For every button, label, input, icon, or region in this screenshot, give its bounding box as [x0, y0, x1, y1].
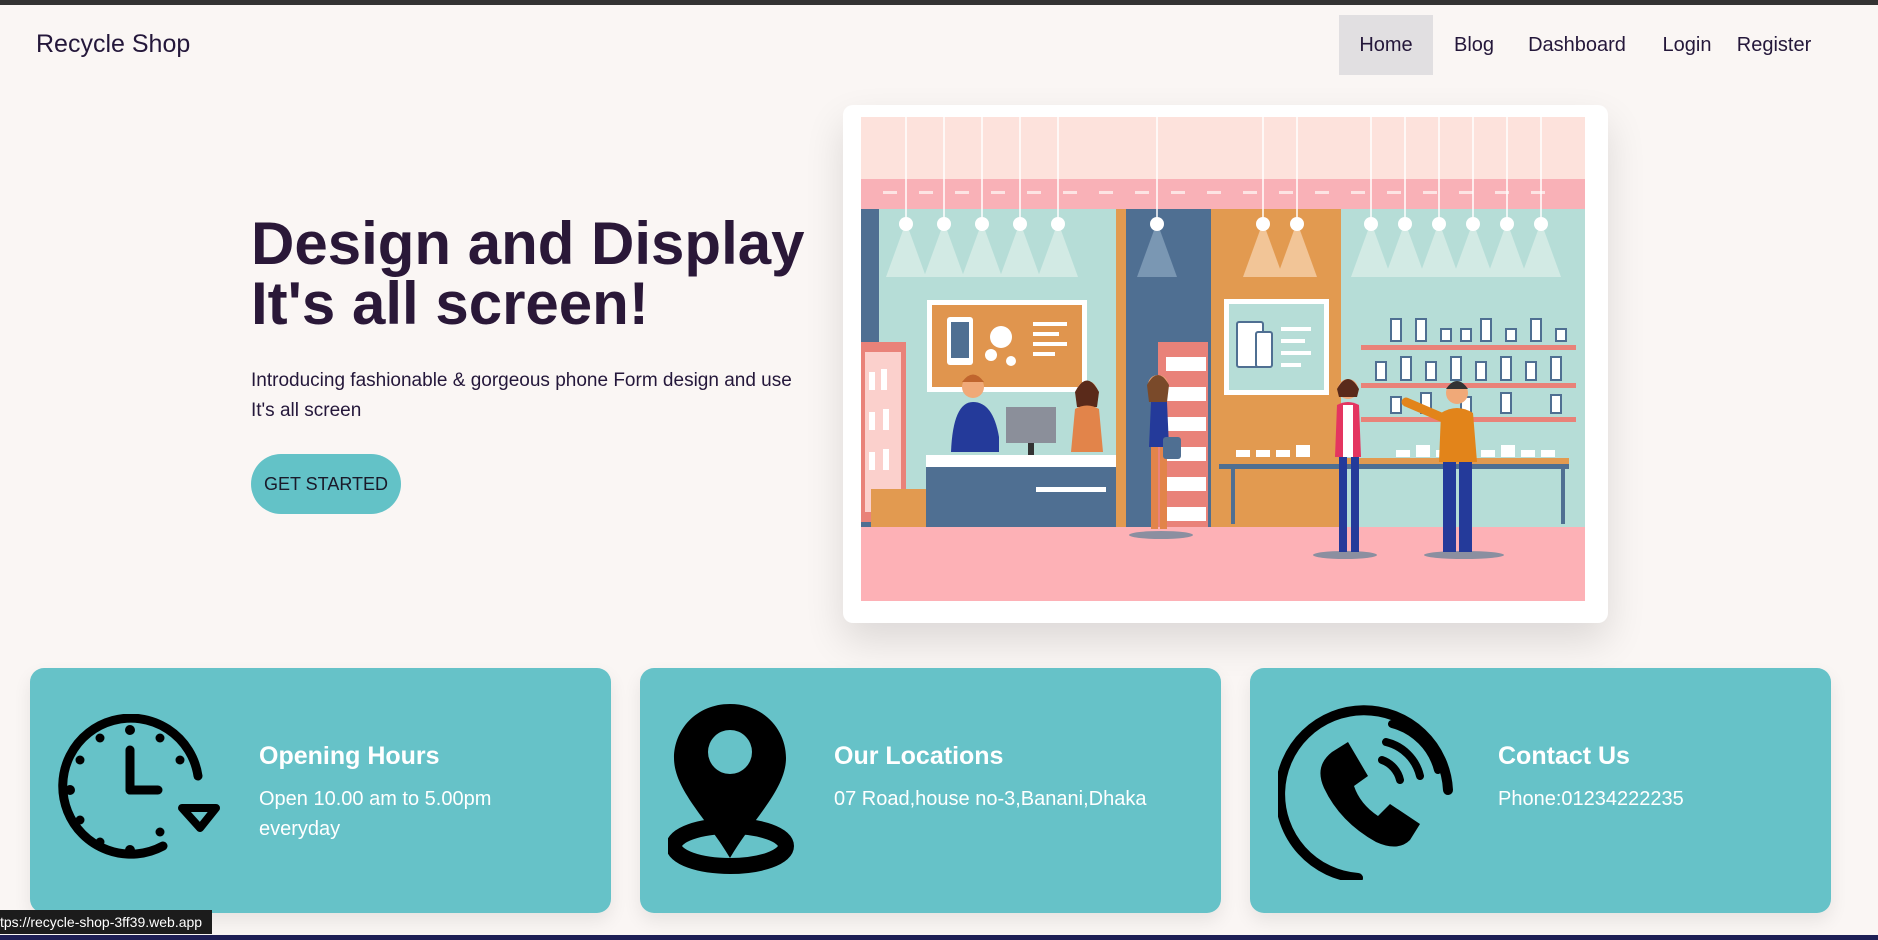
contact-card: Contact Us Phone:01234222235 — [1250, 668, 1831, 913]
hero-title-line-2: It's all screen! — [251, 270, 649, 337]
get-started-button[interactable]: GET STARTED — [251, 454, 401, 514]
nav-login[interactable]: Login — [1639, 15, 1735, 75]
opening-hours-title: Opening Hours — [259, 742, 440, 770]
opening-hours-card: Opening Hours Open 10.00 am to 5.00pm ev… — [30, 668, 611, 913]
locations-card: Our Locations 07 Road,house no-3,Banani,… — [640, 668, 1221, 913]
hero-image-frame — [843, 105, 1608, 623]
locations-line-1: 07 Road,house no-3,Banani,Dhaka — [834, 788, 1147, 810]
hero-description-line-1: Introducing fashionable & gorgeous phone… — [251, 370, 792, 391]
hero-description-line-2: It's all screen — [251, 400, 362, 421]
contact-title: Contact Us — [1498, 742, 1630, 770]
main-nav: Home Blog Dashboard Login Register — [1339, 15, 1813, 75]
nav-dashboard[interactable]: Dashboard — [1515, 15, 1639, 75]
phone-icon — [1278, 705, 1453, 880]
clock-icon — [58, 714, 220, 859]
opening-hours-line-2: everyday — [259, 818, 341, 840]
nav-blog[interactable]: Blog — [1433, 15, 1515, 75]
hero-title: Design and Display It's all screen! — [251, 214, 851, 334]
nav-register[interactable]: Register — [1735, 15, 1813, 75]
locations-text: 07 Road,house no-3,Banani,Dhaka — [834, 784, 1146, 814]
nav-home[interactable]: Home — [1339, 15, 1433, 75]
browser-status-url: tps://recycle-shop-3ff39.web.app — [0, 910, 213, 934]
hero-description: Introducing fashionable & gorgeous phone… — [251, 366, 841, 426]
opening-hours-text: Open 10.00 am to 5.00pm everyday — [259, 784, 491, 844]
opening-hours-line-1: Open 10.00 am to 5.00pm — [259, 788, 492, 810]
location-pin-icon — [668, 704, 794, 874]
window-top-border — [0, 0, 1878, 5]
hero-title-line-1: Design and Display — [251, 210, 805, 277]
window-bottom-border — [0, 935, 1878, 940]
contact-phone: Phone:01234222235 — [1498, 788, 1684, 810]
contact-text: Phone:01234222235 — [1498, 784, 1684, 814]
locations-title: Our Locations — [834, 742, 1004, 770]
phone-shop-illustration — [861, 117, 1585, 601]
brand-logo[interactable]: Recycle Shop — [36, 30, 190, 59]
